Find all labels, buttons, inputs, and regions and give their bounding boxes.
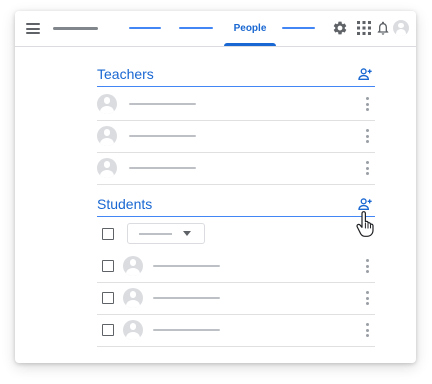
top-bar: People bbox=[15, 11, 416, 47]
more-options-icon[interactable] bbox=[365, 323, 369, 337]
student-checkbox[interactable] bbox=[102, 324, 114, 336]
dropdown-value-placeholder bbox=[139, 233, 172, 235]
tab-grades[interactable] bbox=[282, 27, 315, 29]
teacher-name-placeholder bbox=[129, 167, 196, 169]
teacher-avatar bbox=[97, 94, 117, 114]
students-section-header: Students bbox=[97, 194, 375, 217]
teacher-name-placeholder bbox=[129, 135, 196, 137]
tab-classwork[interactable] bbox=[179, 27, 213, 29]
account-avatar[interactable] bbox=[393, 20, 409, 36]
tab-people-label: People bbox=[233, 23, 267, 34]
add-teacher-icon[interactable] bbox=[357, 66, 373, 82]
student-name-placeholder bbox=[153, 297, 220, 299]
hamburger-menu-icon[interactable] bbox=[26, 23, 40, 34]
student-actions-dropdown[interactable] bbox=[127, 223, 205, 244]
student-row[interactable] bbox=[97, 251, 375, 283]
student-row[interactable] bbox=[97, 283, 375, 315]
tab-people[interactable]: People bbox=[224, 11, 276, 46]
more-options-icon[interactable] bbox=[365, 291, 369, 305]
student-avatar bbox=[123, 320, 143, 340]
dropdown-caret-icon bbox=[183, 231, 191, 236]
teacher-avatar bbox=[97, 158, 117, 178]
student-avatar bbox=[123, 288, 143, 308]
classroom-window: People Teachers Students bbox=[15, 11, 416, 363]
add-student-icon[interactable] bbox=[357, 196, 373, 212]
teacher-row[interactable] bbox=[97, 121, 375, 153]
teachers-title: Teachers bbox=[97, 66, 154, 82]
teacher-name-placeholder bbox=[129, 103, 196, 105]
student-row[interactable] bbox=[97, 315, 375, 347]
apps-grid-icon[interactable] bbox=[357, 21, 371, 35]
student-name-placeholder bbox=[153, 265, 220, 267]
settings-gear-icon[interactable] bbox=[332, 20, 348, 36]
more-options-icon[interactable] bbox=[365, 259, 369, 273]
student-avatar bbox=[123, 256, 143, 276]
student-name-placeholder bbox=[153, 329, 220, 331]
student-checkbox[interactable] bbox=[102, 292, 114, 304]
teacher-avatar bbox=[97, 126, 117, 146]
teachers-section-header: Teachers bbox=[97, 64, 375, 87]
teacher-row[interactable] bbox=[97, 153, 375, 185]
more-options-icon[interactable] bbox=[365, 161, 369, 175]
active-tab-indicator bbox=[224, 43, 276, 46]
students-title: Students bbox=[97, 196, 153, 212]
class-title-placeholder bbox=[53, 27, 98, 30]
student-checkbox[interactable] bbox=[102, 260, 114, 272]
select-all-checkbox[interactable] bbox=[102, 228, 114, 240]
more-options-icon[interactable] bbox=[365, 129, 369, 143]
teacher-row[interactable] bbox=[97, 89, 375, 121]
more-options-icon[interactable] bbox=[365, 97, 369, 111]
tab-stream[interactable] bbox=[129, 27, 161, 29]
notifications-bell-icon[interactable] bbox=[375, 20, 391, 36]
